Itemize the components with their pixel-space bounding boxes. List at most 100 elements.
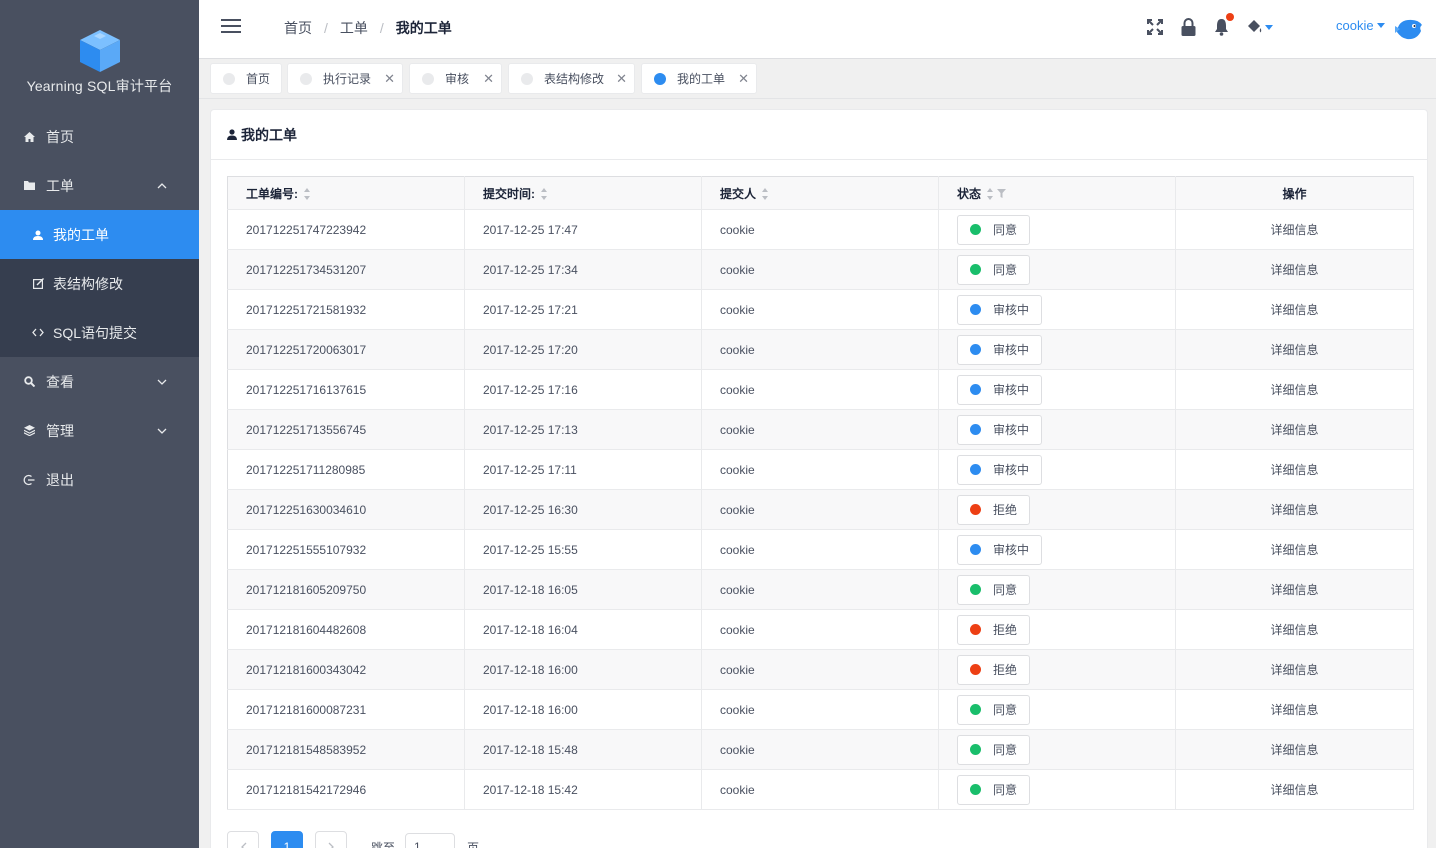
status-dot [970,464,981,475]
close-icon[interactable]: ✕ [483,72,494,85]
status-badge[interactable]: 审核中 [957,414,1043,445]
detail-link[interactable]: 详细信息 [1270,583,1318,597]
detail-link[interactable]: 详细信息 [1270,503,1318,517]
status-label: 审核中 [993,303,1030,317]
sidebar: Yearning SQL审计平台 首页 工单 我的工单 表结构修改 SQL语句提… [0,0,199,848]
tab-dot [422,72,434,85]
column-header-time[interactable]: 提交时间: [464,176,702,210]
status-badge[interactable]: 审核中 [957,534,1043,565]
submitter-cell: cookie [701,329,939,370]
breadcrumb-workorder[interactable]: 工单 [340,18,368,38]
status-badge[interactable]: 审核中 [957,334,1043,365]
theme-paint-icon[interactable] [1244,17,1274,37]
detail-link[interactable]: 详细信息 [1270,343,1318,357]
sidebar-item-my-orders[interactable]: 我的工单 [0,210,199,259]
avatar[interactable] [1392,12,1426,46]
status-dot [970,624,981,635]
sidebar-item-label: 首页 [46,128,74,145]
submit-time-cell: 2017-12-25 17:13 [464,409,702,450]
detail-link[interactable]: 详细信息 [1270,623,1318,637]
sidebar-item-table-structure[interactable]: 表结构修改 [0,259,199,308]
column-header-status[interactable]: 状态 [938,176,1176,210]
sidebar-item-manage[interactable]: 管理 [0,406,199,455]
sidebar-item-workorder[interactable]: 工单 [0,161,199,210]
detail-link[interactable]: 详细信息 [1270,543,1318,557]
status-badge[interactable]: 同意 [957,694,1031,725]
table-row: 201712251713556745 2017-12-25 17:13 cookie… [227,409,1414,450]
status-badge[interactable]: 拒绝 [957,654,1031,685]
status-badge[interactable]: 同意 [957,774,1031,805]
table-row: 201712251630034610 2017-12-25 16:30 cookie… [227,489,1414,530]
pagination: 1 跳至 1 页 [227,831,489,848]
menu-toggle-icon[interactable] [221,19,241,35]
status-dot [970,784,981,795]
page-number-button[interactable]: 1 [271,831,303,848]
jump-page-input[interactable]: 1 [405,833,456,848]
detail-link[interactable]: 详细信息 [1270,463,1318,477]
order-id-cell: 201712181605209750 [227,569,465,610]
detail-link[interactable]: 详细信息 [1270,263,1318,277]
detail-link[interactable]: 详细信息 [1270,663,1318,677]
page-suffix: 页 [467,840,480,848]
sort-icon[interactable] [304,188,311,201]
sidebar-item-sql-submit[interactable]: SQL语句提交 [0,308,199,357]
status-badge[interactable]: 拒绝 [957,494,1031,525]
close-icon[interactable]: ✕ [616,72,627,85]
sort-icon[interactable] [987,188,994,201]
submitter-cell: cookie [701,689,939,730]
lock-icon[interactable] [1178,17,1198,37]
fullscreen-icon[interactable] [1145,17,1165,37]
detail-link[interactable]: 详细信息 [1270,703,1318,717]
table-row: 201712181605209750 2017-12-18 16:05 cookie… [227,569,1414,610]
status-badge[interactable]: 同意 [957,574,1031,605]
status-badge[interactable]: 同意 [957,734,1031,765]
status-label: 拒绝 [993,503,1018,517]
tab-home[interactable]: 首页 [210,63,282,94]
table-row: 201712251734531207 2017-12-25 17:34 cookie… [227,249,1414,290]
submitter-cell: cookie [701,409,939,450]
tab-audit[interactable]: 审核 ✕ [409,63,502,94]
user-name[interactable]: cookie [1336,18,1374,33]
tab-exec-records[interactable]: 执行记录 ✕ [287,63,403,94]
action-cell: 详细信息 [1175,449,1414,490]
sidebar-item-view[interactable]: 查看 [0,357,199,406]
close-icon[interactable]: ✕ [738,72,749,85]
close-icon[interactable]: ✕ [384,72,395,85]
sidebar-item-logout[interactable]: 退出 [0,455,199,504]
filter-icon[interactable] [997,187,1007,201]
bell-icon[interactable] [1211,13,1234,37]
table-row: 201712181600087231 2017-12-18 16:00 cookie… [227,689,1414,730]
status-cell: 同意 [938,729,1176,770]
detail-link[interactable]: 详细信息 [1270,743,1318,757]
action-cell: 详细信息 [1175,769,1414,810]
detail-link[interactable]: 详细信息 [1270,223,1318,237]
submitter-cell: cookie [701,489,939,530]
column-header-user[interactable]: 提交人 [701,176,939,210]
sort-icon[interactable] [762,188,769,201]
status-badge[interactable]: 审核中 [957,454,1043,485]
column-header-id[interactable]: 工单编号: [227,176,465,210]
user-menu[interactable]: cookie [1336,18,1385,33]
status-badge[interactable]: 同意 [957,254,1031,285]
status-badge[interactable]: 拒绝 [957,614,1031,645]
sidebar-item-label: 查看 [46,373,74,390]
detail-link[interactable]: 详细信息 [1270,383,1318,397]
submit-time-cell: 2017-12-25 17:20 [464,329,702,370]
order-id-cell: 201712251555107932 [227,529,465,570]
detail-link[interactable]: 详细信息 [1270,423,1318,437]
status-badge[interactable]: 审核中 [957,294,1043,325]
status-badge[interactable]: 审核中 [957,374,1043,405]
logo: Yearning SQL审计平台 [0,0,199,112]
breadcrumb-home[interactable]: 首页 [284,18,312,38]
detail-link[interactable]: 详细信息 [1270,783,1318,797]
sidebar-item-home[interactable]: 首页 [0,112,199,161]
tab-my-orders[interactable]: 我的工单 ✕ [641,63,757,94]
person-icon [227,129,237,140]
tab-table-structure[interactable]: 表结构修改 ✕ [508,63,635,94]
sort-icon[interactable] [541,188,548,201]
detail-link[interactable]: 详细信息 [1270,303,1318,317]
prev-page-button[interactable] [227,831,259,848]
next-page-button[interactable] [315,831,347,848]
status-badge[interactable]: 同意 [957,214,1031,245]
status-cell: 同意 [938,209,1176,250]
